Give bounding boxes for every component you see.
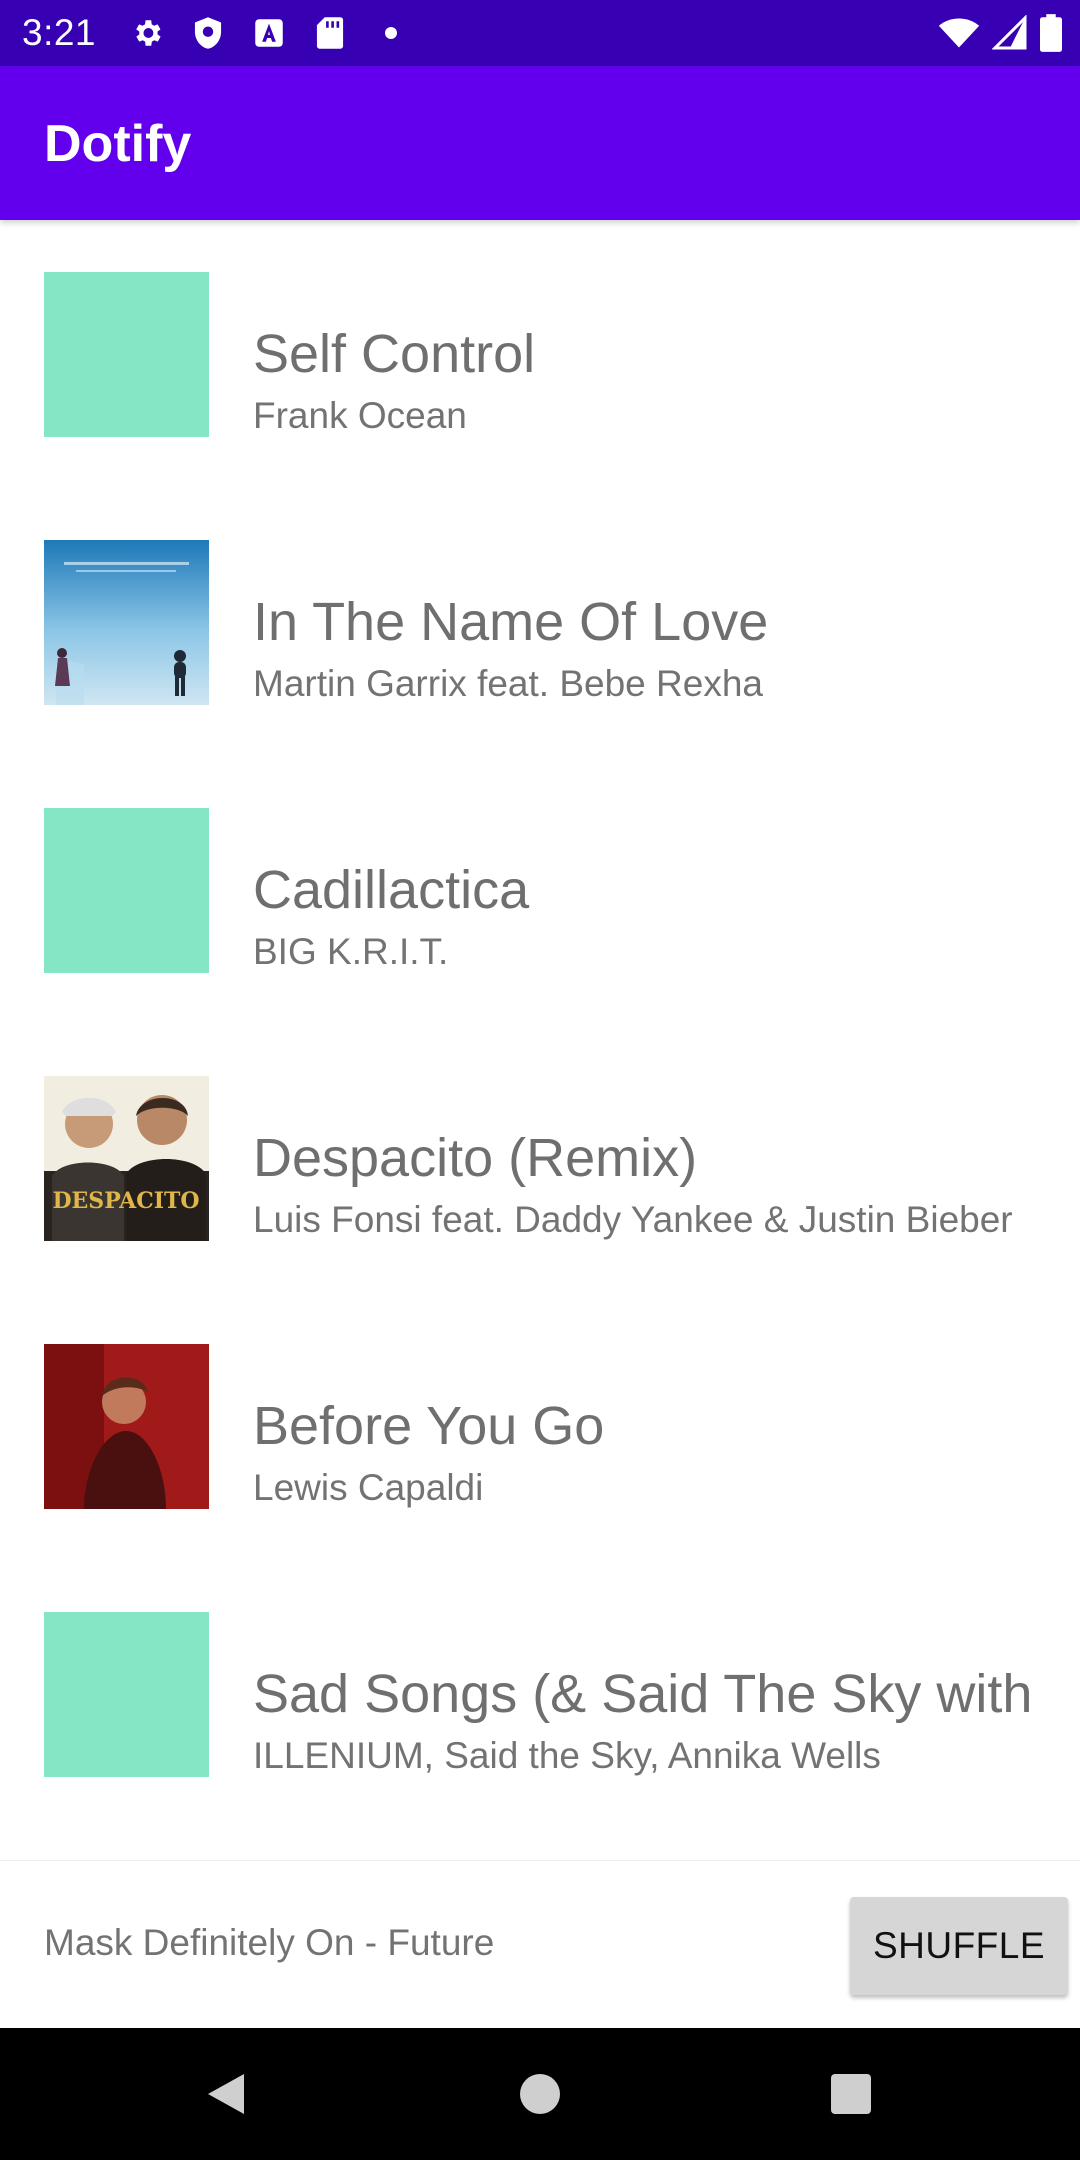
dot-icon — [372, 14, 410, 52]
song-title: Sad Songs (& Said The Sky with — [253, 1664, 1033, 1724]
song-row[interactable]: In The Name Of Love Martin Garrix feat. … — [0, 488, 1080, 756]
album-cover-placeholder — [44, 808, 209, 973]
song-title: Self Control — [253, 324, 536, 384]
album-cover-placeholder — [44, 272, 209, 437]
song-title: Before You Go — [253, 1396, 605, 1456]
song-artist: Lewis Capaldi — [253, 1467, 484, 1508]
navigation-bar — [0, 2028, 1080, 2160]
recents-icon[interactable] — [823, 2066, 879, 2122]
status-notification-icons — [128, 14, 433, 52]
song-row[interactable]: DESPACITO Despacito (Remix) Luis Fonsi f… — [0, 1024, 1080, 1292]
now-playing-text[interactable]: Mask Definitely On - Future — [44, 1921, 494, 1965]
back-icon[interactable] — [198, 2066, 254, 2122]
album-cover-image: DESPACITO — [44, 1076, 209, 1241]
signal-icon — [992, 14, 1028, 52]
shield-icon — [189, 14, 227, 52]
battery-icon — [1040, 14, 1062, 52]
song-row[interactable]: Self Control Frank Ocean — [0, 220, 1080, 488]
song-row[interactable]: Before You Go Lewis Capaldi — [0, 1292, 1080, 1560]
song-artist: BIG K.R.I.T. — [253, 931, 449, 972]
status-time: 3:21 — [22, 12, 97, 53]
song-row[interactable]: Sad Songs (& Said The Sky with ILLENIUM,… — [0, 1560, 1080, 1828]
cover-text: DESPACITO — [52, 1188, 199, 1214]
home-icon[interactable] — [512, 2066, 568, 2122]
sd-card-icon — [311, 14, 349, 52]
song-artist: Martin Garrix feat. Bebe Rexha — [253, 663, 763, 704]
a-letter-icon — [250, 14, 288, 52]
settings-icon — [128, 14, 166, 52]
song-list[interactable]: Self Control Frank Ocean In The Name Of … — [0, 220, 1080, 1860]
song-artist: Frank Ocean — [253, 395, 467, 436]
status-bar: 3:21 — [0, 0, 1080, 66]
status-system-icons — [926, 14, 1062, 52]
album-cover-image — [44, 540, 209, 705]
mini-player: Mask Definitely On - Future SHUFFLE — [0, 1860, 1080, 2029]
song-artist: Luis Fonsi feat. Daddy Yankee & Justin B… — [253, 1199, 1013, 1240]
song-title: Despacito (Remix) — [253, 1128, 698, 1188]
album-cover-placeholder — [44, 1612, 209, 1777]
app-title: Dotify — [44, 115, 192, 173]
song-title: Cadillactica — [253, 860, 530, 920]
song-title: In The Name Of Love — [253, 592, 769, 652]
shuffle-button[interactable]: SHUFFLE — [850, 1897, 1068, 1995]
song-row[interactable]: Cadillactica BIG K.R.I.T. — [0, 756, 1080, 1024]
album-cover-image — [44, 1344, 209, 1509]
app-bar: Dotify — [0, 66, 1080, 220]
song-artist: ILLENIUM, Said the Sky, Annika Wells — [253, 1735, 881, 1776]
wifi-icon — [938, 14, 980, 52]
screen: 3:21 Dotify Self Control Frank Ocean In … — [0, 0, 1080, 2160]
